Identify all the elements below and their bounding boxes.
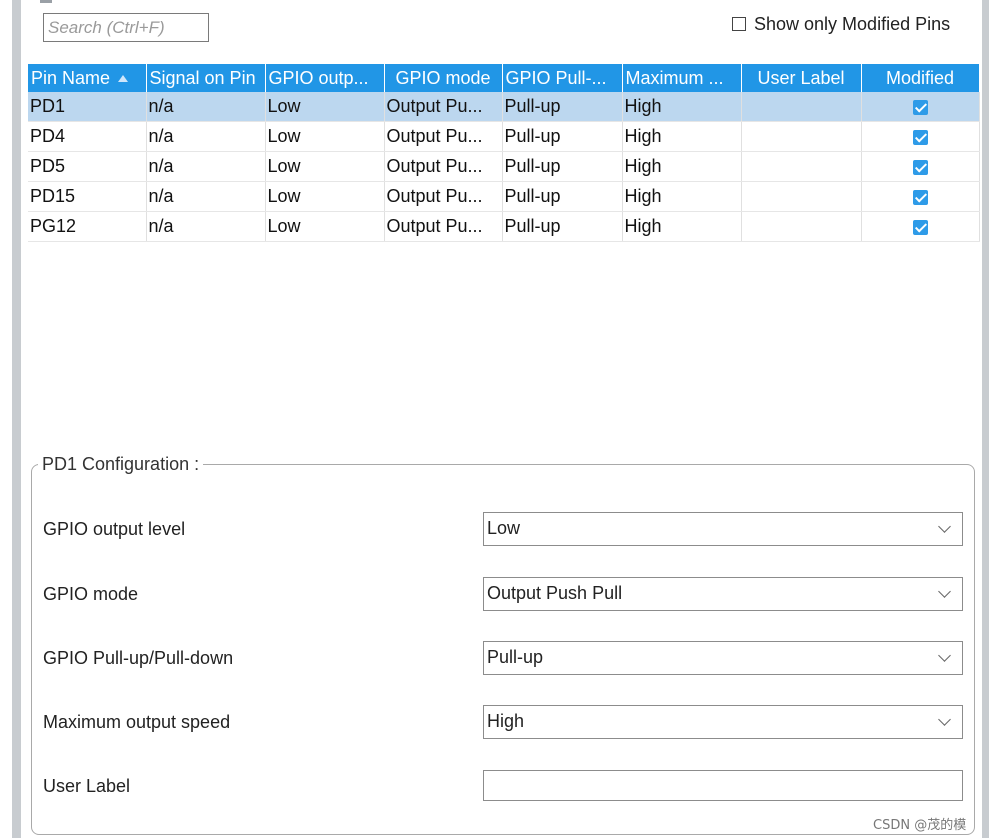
- cell-level: Low: [265, 151, 385, 182]
- watermark: CSDN @茂的模: [873, 814, 967, 833]
- right-scrollbar[interactable]: [982, 0, 989, 838]
- search-input[interactable]: [43, 13, 209, 42]
- cell-mode: Output Pu...: [384, 211, 503, 242]
- col-header-gpio-pull[interactable]: GPIO Pull-...: [502, 64, 623, 92]
- cell-level: Low: [265, 92, 385, 122]
- cell-pull: Pull-up: [502, 92, 623, 122]
- cell-modified: [861, 151, 980, 182]
- cell-pin: PG12: [28, 211, 147, 242]
- table-row[interactable]: PD5 n/a Low Output Pu... Pull-up High: [28, 151, 980, 182]
- table-row[interactable]: PD15 n/a Low Output Pu... Pull-up High: [28, 181, 980, 212]
- pin-table: Pin Name Signal on Pin GPIO outp... GPIO…: [28, 64, 980, 242]
- col-header-signal[interactable]: Signal on Pin: [146, 64, 266, 92]
- chevron-down-icon: [938, 713, 951, 726]
- chevron-down-icon: [938, 585, 951, 598]
- cell-modified: [861, 121, 980, 152]
- chevron-down-icon: [938, 649, 951, 662]
- cell-user-label: [741, 181, 862, 212]
- left-panel-border: [12, 0, 21, 838]
- checkbox-checked-icon[interactable]: [912, 159, 928, 175]
- show-modified-pins-toggle[interactable]: Show only Modified Pins: [732, 12, 950, 36]
- cell-signal: n/a: [146, 92, 266, 122]
- cell-pin: PD4: [28, 121, 147, 152]
- cell-signal: n/a: [146, 121, 266, 152]
- table-row[interactable]: PD1 n/a Low Output Pu... Pull-up High: [28, 92, 980, 122]
- max-output-speed-label: Maximum output speed: [43, 712, 231, 732]
- cell-level: Low: [265, 181, 385, 212]
- cell-pull: Pull-up: [502, 121, 623, 152]
- cell-speed: High: [622, 121, 742, 152]
- cell-user-label: [741, 211, 862, 242]
- max-output-speed-value: High: [487, 711, 525, 731]
- cell-signal: n/a: [146, 151, 266, 182]
- cell-user-label: [741, 151, 862, 182]
- cell-user-label: [741, 121, 862, 152]
- cell-level: Low: [265, 211, 385, 242]
- cell-mode: Output Pu...: [384, 92, 503, 122]
- user-label-input[interactable]: [483, 770, 963, 801]
- cell-pull: Pull-up: [502, 211, 623, 242]
- checkbox-checked-icon[interactable]: [912, 99, 928, 115]
- gpio-pull-value: Pull-up: [487, 647, 544, 667]
- col-header-label: Pin Name: [31, 67, 111, 88]
- cell-signal: n/a: [146, 181, 266, 212]
- gpio-pull-select[interactable]: Pull-up: [483, 641, 963, 675]
- cell-pin: PD1: [28, 92, 147, 122]
- cell-speed: High: [622, 151, 742, 182]
- cell-speed: High: [622, 211, 742, 242]
- chevron-down-icon: [938, 520, 951, 533]
- gpio-output-level-value: Low: [487, 518, 521, 538]
- col-header-modified[interactable]: Modified: [861, 64, 980, 92]
- col-header-gpio-mode[interactable]: GPIO mode: [384, 64, 503, 92]
- cell-pin: PD5: [28, 151, 147, 182]
- gpio-output-level-select[interactable]: Low: [483, 512, 963, 546]
- cell-user-label: [741, 92, 862, 122]
- cell-mode: Output Pu...: [384, 181, 503, 212]
- top-header-fragment: [40, 0, 52, 3]
- checkbox-checked-icon[interactable]: [912, 129, 928, 145]
- col-header-pin-name[interactable]: Pin Name: [28, 64, 147, 92]
- cell-level: Low: [265, 121, 385, 152]
- checkbox-checked-icon[interactable]: [912, 219, 928, 235]
- table-header-row: Pin Name Signal on Pin GPIO outp... GPIO…: [28, 64, 980, 92]
- cell-signal: n/a: [146, 211, 266, 242]
- gpio-output-level-label: GPIO output level: [43, 519, 186, 539]
- gpio-mode-value: Output Push Pull: [487, 583, 623, 603]
- user-label-label: User Label: [43, 776, 131, 796]
- cell-modified: [861, 181, 980, 212]
- col-header-user-label[interactable]: User Label: [741, 64, 862, 92]
- cell-pull: Pull-up: [502, 181, 623, 212]
- cell-modified: [861, 92, 980, 122]
- cell-pin: PD15: [28, 181, 147, 212]
- gpio-pull-label: GPIO Pull-up/Pull-down: [43, 648, 234, 668]
- table-row[interactable]: PG12 n/a Low Output Pu... Pull-up High: [28, 211, 980, 242]
- cell-speed: High: [622, 92, 742, 122]
- col-header-max-speed[interactable]: Maximum ...: [622, 64, 742, 92]
- show-modified-checkbox[interactable]: [732, 17, 746, 31]
- cell-pull: Pull-up: [502, 151, 623, 182]
- cell-speed: High: [622, 181, 742, 212]
- cell-mode: Output Pu...: [384, 121, 503, 152]
- cell-modified: [861, 211, 980, 242]
- max-output-speed-select[interactable]: High: [483, 705, 963, 739]
- sort-asc-icon: [118, 75, 129, 83]
- show-modified-label: Show only Modified Pins: [754, 13, 951, 34]
- configuration-title: PD1 Configuration :: [38, 454, 204, 475]
- cell-mode: Output Pu...: [384, 151, 503, 182]
- table-row[interactable]: PD4 n/a Low Output Pu... Pull-up High: [28, 121, 980, 152]
- gpio-mode-select[interactable]: Output Push Pull: [483, 577, 963, 611]
- gpio-mode-label: GPIO mode: [43, 584, 139, 604]
- col-header-gpio-output[interactable]: GPIO outp...: [265, 64, 385, 92]
- checkbox-checked-icon[interactable]: [912, 189, 928, 205]
